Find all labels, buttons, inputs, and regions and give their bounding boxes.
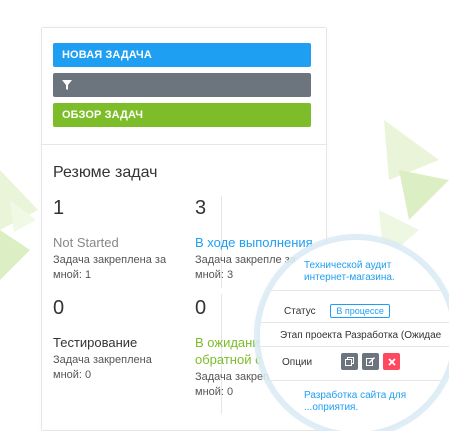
new-task-button[interactable]: НОВАЯ ЗАДАЧА [53,43,311,67]
stat-count: 3 [195,197,207,219]
divider [260,322,449,323]
stat-testing: 0 Тестирование Задача закреплена мной: 0 [53,298,173,383]
edit-icon [366,357,375,366]
stat-label: Not Started [53,235,119,250]
task-link[interactable]: Разработка сайта для ...оприятия. [304,390,414,414]
divider [260,380,449,381]
divider [42,144,326,145]
background-decoration-left [0,170,38,280]
stat-not-started: 1 Not Started Задача закреплена за мной:… [53,198,173,283]
divider [260,346,449,347]
summary-title: Резюме задач [53,164,158,181]
stage-value: Разработка (Ожидае [344,330,442,341]
stat-count: 1 [53,197,65,219]
options-label: Опции [282,357,313,368]
status-row: Статус В процессе [284,304,390,318]
stage-row: Этап проекта Разработка (Ожидае [280,330,441,341]
delete-button[interactable] [383,353,400,370]
action-buttons: НОВАЯ ЗАДАЧА ОБЗОР ЗАДАЧ [42,28,326,127]
stat-count: 0 [53,297,65,319]
filter-icon [62,80,72,90]
stat-sub: Задача закреплена за мной: 1 [53,254,167,281]
stat-label: Тестирование [53,335,138,350]
task-link[interactable]: Технической аудит интернет-магазина. [304,260,414,284]
magnifier-overlay: Технической аудит интернет-магазина. Ста… [260,240,449,431]
close-icon [387,357,396,366]
filter-button[interactable] [53,73,311,97]
task-detail-preview: Технической аудит интернет-магазина. Ста… [260,240,449,431]
status-label: Статус [284,306,316,317]
divider [260,290,449,291]
task-overview-button[interactable]: ОБЗОР ЗАДАЧ [53,103,311,127]
stage-label: Этап проекта [280,330,343,341]
copy-button[interactable] [341,353,358,370]
copy-icon [345,357,354,366]
new-task-label: НОВАЯ ЗАДАЧА [62,49,152,61]
edit-button[interactable] [362,353,379,370]
status-badge: В процессе [330,304,390,318]
stat-sub: Задача закреплена мной: 0 [53,354,152,381]
task-overview-label: ОБЗОР ЗАДАЧ [62,109,144,121]
